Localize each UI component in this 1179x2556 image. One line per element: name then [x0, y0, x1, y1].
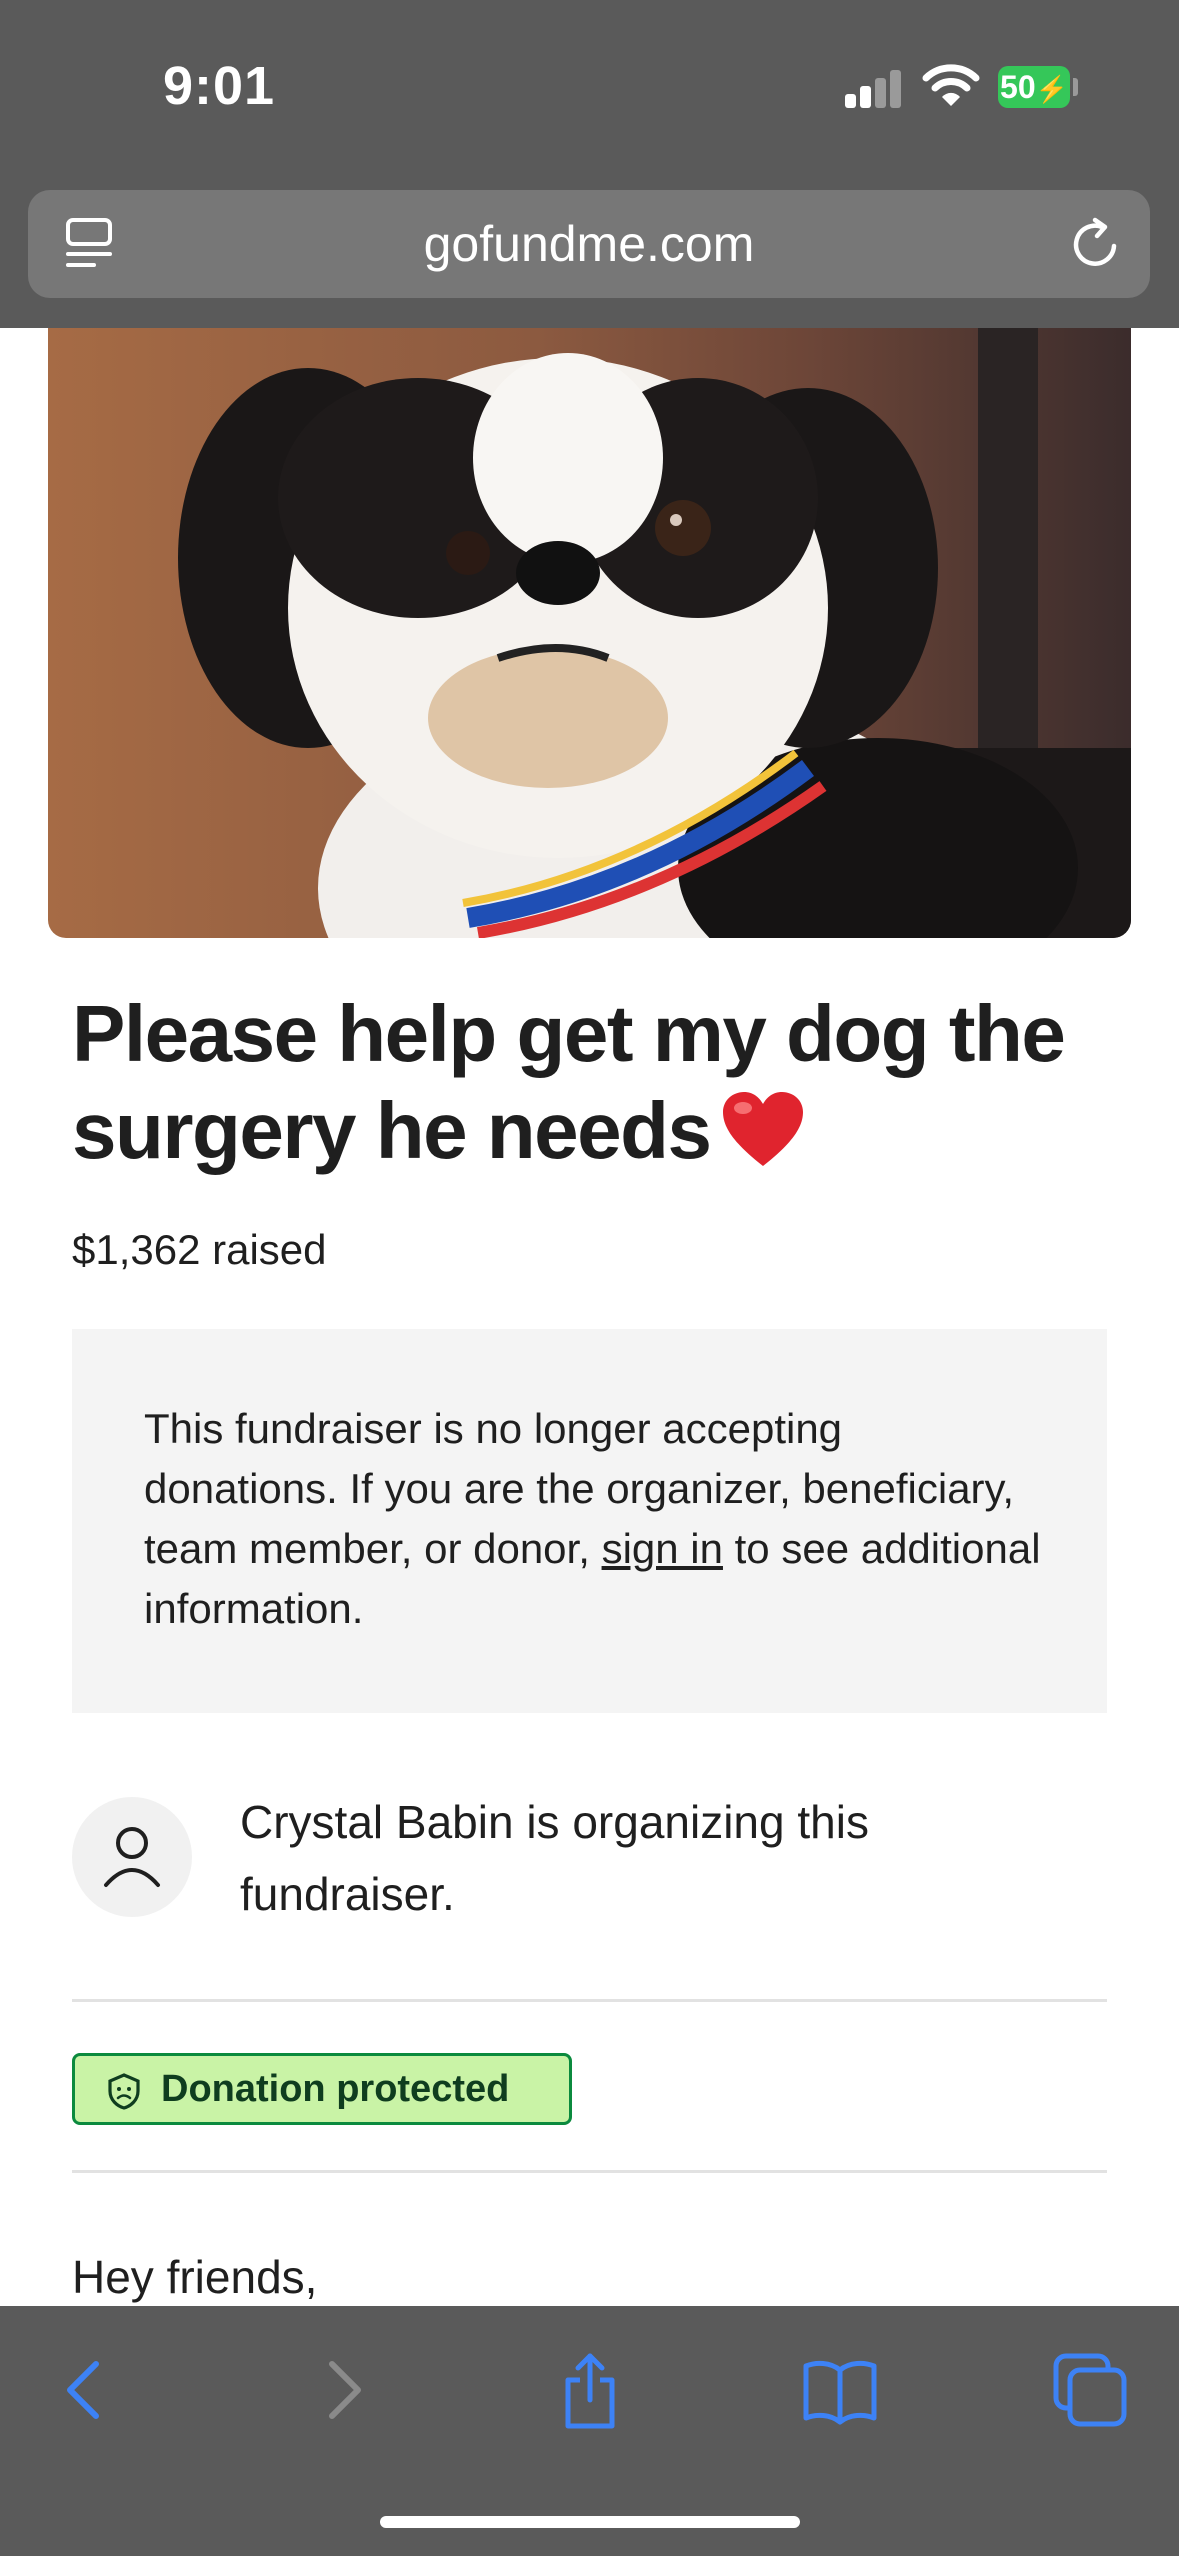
- battery-tip: [1073, 78, 1078, 96]
- donation-protected-label: Donation protected: [161, 2068, 510, 2110]
- shield-icon: [108, 2073, 140, 2110]
- url-text[interactable]: gofundme.com: [28, 190, 1150, 298]
- cellular-signal-icon: [845, 70, 903, 108]
- bookmarks-icon[interactable]: [798, 2348, 882, 2432]
- donation-protected-badge[interactable]: Donation protected: [72, 2053, 572, 2125]
- closed-fundraiser-notice: This fundraiser is no longer accepting d…: [72, 1329, 1107, 1713]
- battery-indicator: 50⚡: [998, 66, 1070, 108]
- organizer-text: Crystal Babin is organizing this fundrai…: [240, 1796, 869, 1920]
- back-icon[interactable]: [46, 2348, 130, 2432]
- home-indicator: [380, 2516, 800, 2528]
- address-bar[interactable]: gofundme.com: [28, 190, 1150, 298]
- tabs-icon[interactable]: [1048, 2348, 1132, 2432]
- divider: [72, 1999, 1107, 2002]
- battery-level: 50: [1000, 69, 1036, 105]
- notice-text: This fundraiser is no longer accepting d…: [144, 1399, 1044, 1639]
- fundraiser-hero-image: [48, 328, 1131, 938]
- forward-icon[interactable]: [298, 2348, 382, 2432]
- sign-in-link[interactable]: sign in: [602, 1525, 723, 1572]
- heart-icon: [721, 1090, 805, 1170]
- fundraiser-title: Please help get my dog the surgery he ne…: [72, 985, 1122, 1179]
- reload-icon[interactable]: [1068, 216, 1124, 272]
- wifi-icon: [922, 62, 980, 110]
- status-time: 9:01: [163, 56, 276, 116]
- organizer-avatar: [72, 1797, 192, 1917]
- share-icon[interactable]: [548, 2348, 632, 2432]
- story-text: Hey friends,: [72, 2251, 318, 2303]
- amount-raised: $1,362 raised: [72, 1226, 327, 1273]
- fundraiser-title-text: Please help get my dog the surgery he ne…: [72, 989, 1066, 1175]
- divider: [72, 2170, 1107, 2173]
- browser-top-chrome: 9:01 50⚡ gofundme.com: [0, 0, 1179, 328]
